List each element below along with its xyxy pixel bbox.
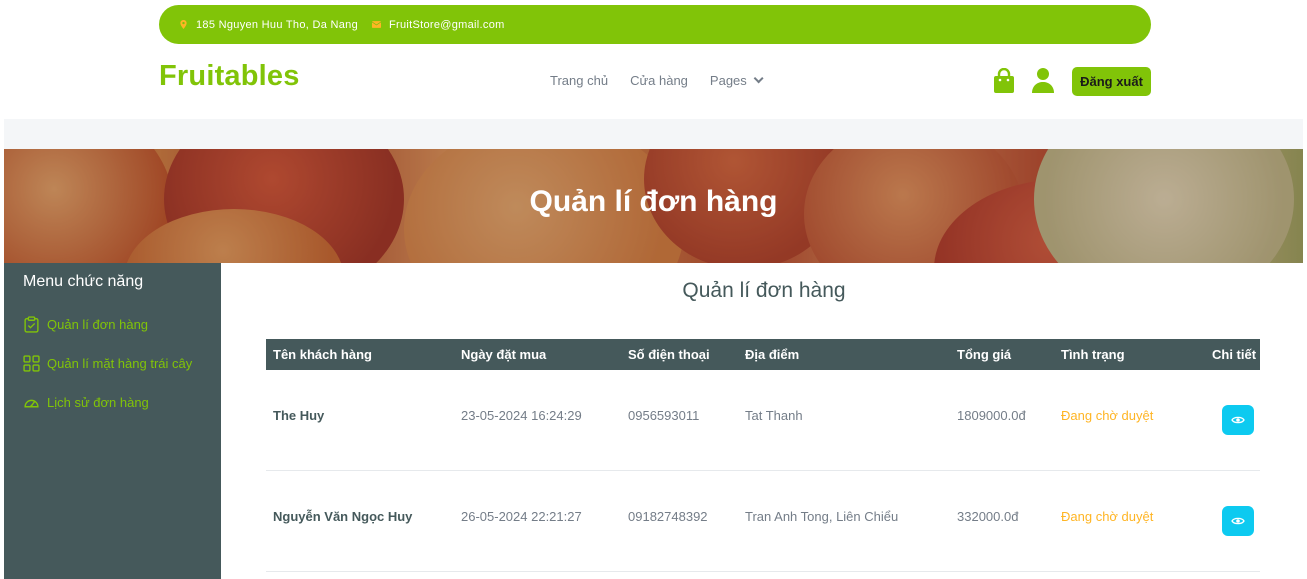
hero-banner: Quản lí đơn hàng bbox=[4, 149, 1303, 263]
phone-number: 0956593011 bbox=[628, 408, 700, 423]
customer-name: The Huy bbox=[273, 408, 325, 423]
page: 185 Nguyen Huu Tho, Da Nang FruitStore@g… bbox=[0, 0, 1307, 579]
user-icon[interactable] bbox=[1032, 67, 1054, 93]
table-row: The Huy 23-05-2024 16:24:29 0956593011 T… bbox=[266, 370, 1260, 471]
sidebar-item-history[interactable]: Lịch sử đơn hàng bbox=[23, 394, 149, 411]
address: Tat Thanh bbox=[745, 408, 803, 423]
orders-table: Tên khách hàng Ngày đặt mua Số điện thoạ… bbox=[266, 339, 1260, 572]
eye-icon bbox=[1231, 517, 1245, 525]
column-header: Địa điểm bbox=[745, 347, 800, 362]
phone-number: 09182748392 bbox=[628, 509, 708, 524]
sidebar-item-orders[interactable]: Quản lí đơn hàng bbox=[23, 316, 148, 333]
email-text: FruitStore@gmail.com bbox=[389, 18, 505, 31]
total-price: 1809000.0đ bbox=[957, 408, 1026, 423]
status-badge: Đang chờ duyệt bbox=[1061, 408, 1154, 423]
sidebar-item-label: Lịch sử đơn hàng bbox=[47, 395, 149, 410]
column-header: Số điện thoại bbox=[628, 347, 710, 362]
customer-name: Nguyễn Văn Ngọc Huy bbox=[273, 509, 413, 524]
column-header: Tổng giá bbox=[957, 347, 1012, 362]
clipboard-check-icon bbox=[24, 316, 39, 333]
nav-shop[interactable]: Cửa hàng bbox=[630, 73, 688, 88]
table-header: Tên khách hàng Ngày đặt mua Số điện thoạ… bbox=[266, 339, 1260, 370]
order-date: 23-05-2024 16:24:29 bbox=[461, 408, 582, 423]
view-detail-button[interactable] bbox=[1222, 506, 1254, 536]
brand-logo[interactable]: Fruitables bbox=[159, 60, 300, 93]
mail-icon bbox=[372, 21, 381, 28]
column-header: Ngày đặt mua bbox=[461, 347, 547, 362]
topbar: 185 Nguyen Huu Tho, Da Nang FruitStore@g… bbox=[159, 5, 1151, 44]
nav-pages-label: Pages bbox=[709, 73, 747, 88]
nav-pages[interactable]: Pages bbox=[709, 73, 764, 88]
address-text: 185 Nguyen Huu Tho, Da Nang bbox=[196, 18, 358, 31]
logout-button[interactable]: Đăng xuất bbox=[1072, 67, 1151, 96]
speedometer-icon bbox=[24, 399, 39, 408]
sidebar-item-label: Quản lí mặt hàng trái cây bbox=[47, 356, 193, 371]
topbar-address: 185 Nguyen Huu Tho, Da Nang bbox=[179, 19, 358, 31]
column-header: Chi tiết bbox=[1212, 347, 1257, 362]
order-date: 26-05-2024 22:21:27 bbox=[461, 509, 582, 524]
hero-title: Quản lí đơn hàng bbox=[529, 185, 778, 218]
page-title: Quản lí đơn hàng bbox=[682, 279, 846, 302]
sidebar-item-label: Quản lí đơn hàng bbox=[47, 317, 149, 332]
address: Tran Anh Tong, Liên Chiểu bbox=[745, 509, 899, 524]
column-header: Tên khách hàng bbox=[273, 347, 372, 362]
sidebar: Menu chức năng Quản lí đơn hàng Quản lí … bbox=[4, 263, 221, 579]
view-detail-button[interactable] bbox=[1222, 405, 1254, 435]
location-icon bbox=[180, 20, 187, 29]
total-price: 332000.0đ bbox=[957, 509, 1019, 524]
shopping-bag-icon[interactable] bbox=[993, 68, 1015, 94]
grid-icon bbox=[23, 355, 40, 372]
main-nav: Trang chủ Cửa hàng Pages bbox=[550, 73, 782, 88]
status-badge: Đang chờ duyệt bbox=[1061, 509, 1154, 524]
table-row: Nguyễn Văn Ngọc Huy 26-05-2024 22:21:27 … bbox=[266, 471, 1260, 572]
chevron-down-icon bbox=[753, 73, 764, 84]
nav-home[interactable]: Trang chủ bbox=[550, 73, 608, 88]
sidebar-item-products[interactable]: Quản lí mặt hàng trái cây bbox=[23, 355, 192, 372]
column-header: Tình trạng bbox=[1061, 347, 1125, 362]
header-divider-strip bbox=[4, 119, 1303, 149]
eye-icon bbox=[1231, 416, 1245, 424]
sidebar-title: Menu chức năng bbox=[23, 273, 144, 290]
topbar-email[interactable]: FruitStore@gmail.com bbox=[372, 19, 505, 31]
